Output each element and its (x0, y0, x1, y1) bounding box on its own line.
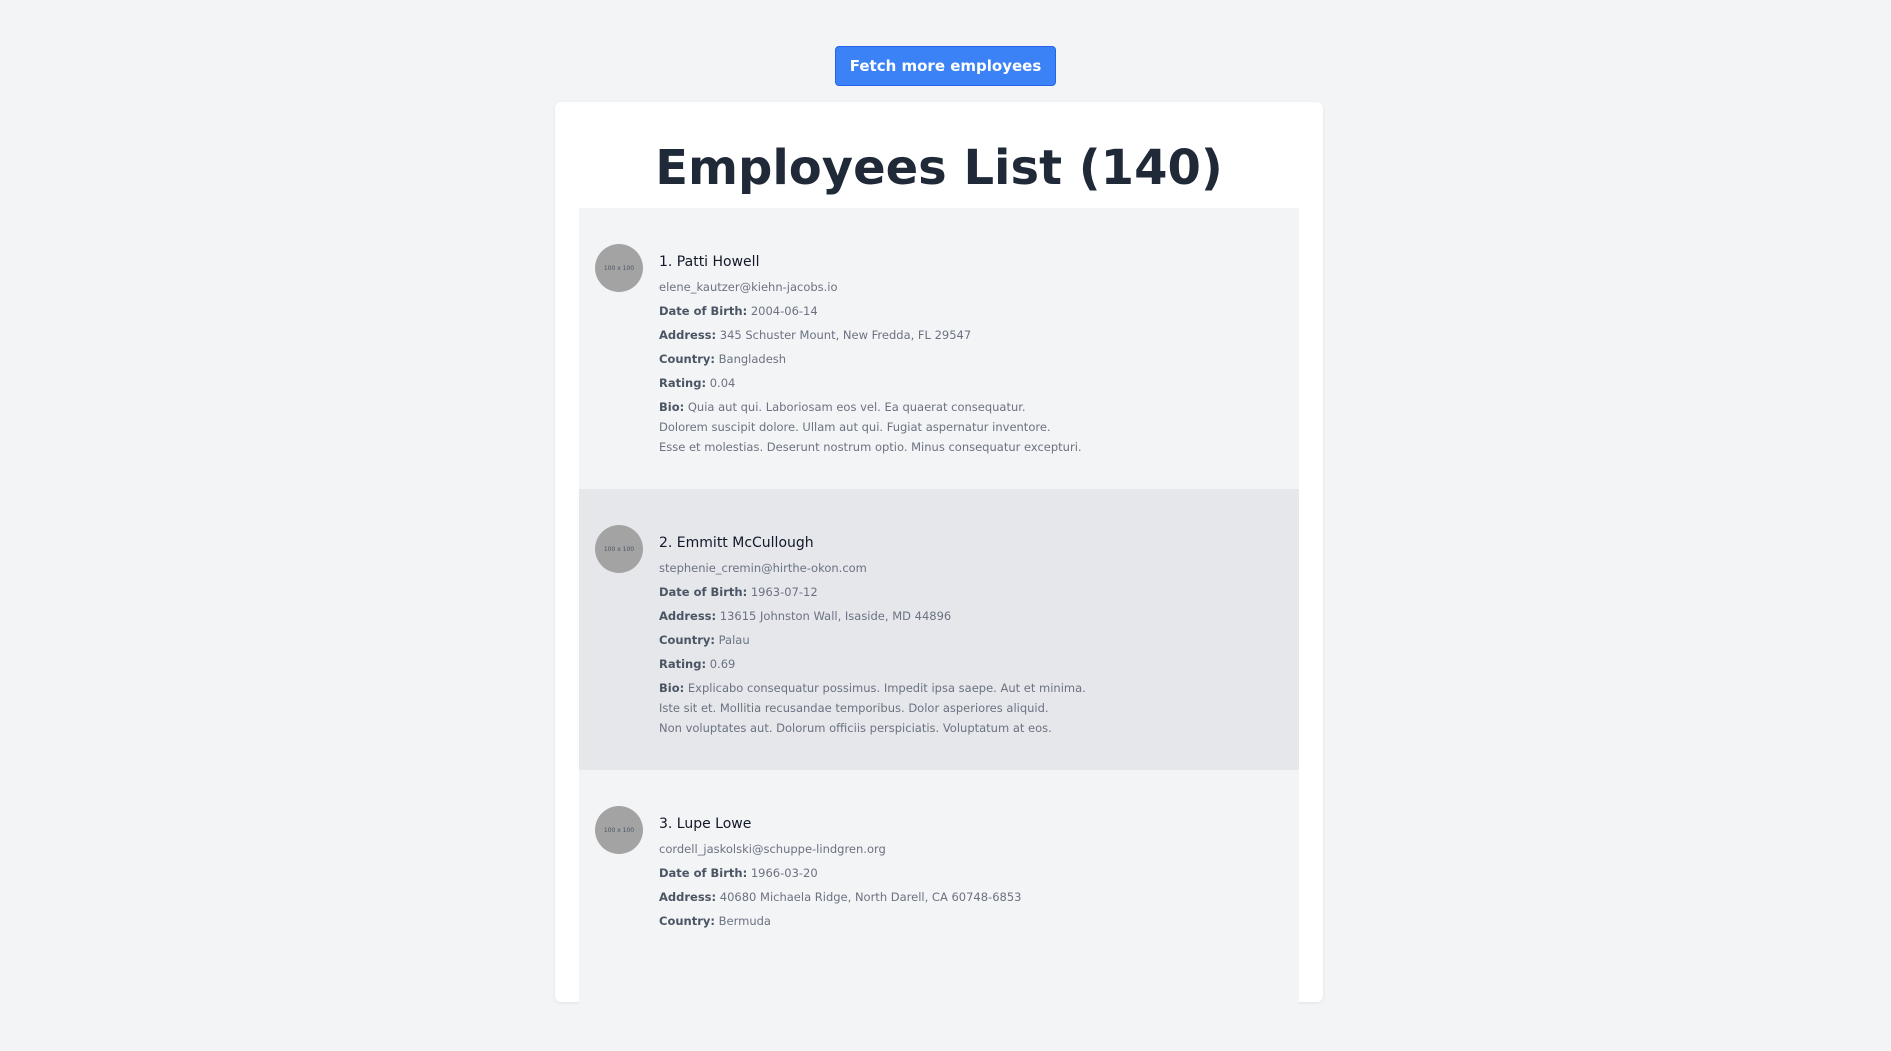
rating-value: 0.04 (709, 376, 736, 390)
employee-email: elene_kautzer@kiehn-jacobs.io (659, 280, 838, 294)
address-label: Address: (659, 328, 717, 342)
employee-item: 100 x 100 3. Lupe Lowe cordell_jaskolski… (579, 770, 1299, 1051)
dob-label: Date of Birth: (659, 585, 748, 599)
employee-country: Country: Palau (659, 632, 1086, 648)
address-label: Address: (659, 890, 717, 904)
country-label: Country: (659, 352, 715, 366)
fetch-more-employees-button[interactable]: Fetch more employees (834, 46, 1057, 86)
employee-dob: Date of Birth: 1966-03-20 (659, 865, 1021, 881)
rating-label: Rating: (659, 376, 707, 390)
employees-list: 100 x 100 1. Patti Howell elene_kautzer@… (579, 208, 1299, 1051)
employee-item: 100 x 100 2. Emmitt McCullough stephenie… (579, 489, 1299, 770)
country-value: Palau (718, 633, 750, 647)
employee-dob: Date of Birth: 2004-06-14 (659, 303, 1082, 319)
avatar-placeholder-text: 100 x 100 (603, 545, 635, 553)
bio-line: Dolorem suscipit dolore. Ullam aut qui. … (659, 420, 1051, 434)
employee-item: 100 x 100 1. Patti Howell elene_kautzer@… (579, 208, 1299, 489)
page-title: Employees List (140) (655, 140, 1223, 196)
employee-email: stephenie_cremin@hirthe-okon.com (659, 561, 867, 575)
employee-name: 3. Lupe Lowe (659, 816, 752, 832)
bio-line: Esse et molestias. Deserunt nostrum opti… (659, 440, 1082, 454)
employee-address: Address: 345 Schuster Mount, New Fredda,… (659, 327, 1082, 343)
employee-bio: Bio: Quia aut qui. Laboriosam eos vel. E… (659, 397, 1082, 457)
employee-address: Address: 40680 Michaela Ridge, North Dar… (659, 889, 1021, 905)
bio-line: Explicabo consequatur possimus. Impedit … (687, 681, 1086, 695)
dob-value: 1966-03-20 (750, 866, 818, 880)
employee-email: cordell_jaskolski@schuppe-lindgren.org (659, 842, 886, 856)
employee-rating: Rating: 0.69 (659, 656, 1086, 672)
address-value: 13615 Johnston Wall, Isaside, MD 44896 (719, 609, 952, 623)
employee-info: 2. Emmitt McCullough stephenie_cremin@hi… (659, 527, 1086, 770)
dob-value: 2004-06-14 (750, 304, 818, 318)
employee-bio: Bio: Explicabo consequatur possimus. Imp… (659, 678, 1086, 738)
dob-label: Date of Birth: (659, 304, 748, 318)
employee-address: Address: 13615 Johnston Wall, Isaside, M… (659, 608, 1086, 624)
address-label: Address: (659, 609, 717, 623)
country-label: Country: (659, 914, 715, 928)
bio-line: Non voluptates aut. Dolorum officiis per… (659, 721, 1052, 735)
employee-name: 2. Emmitt McCullough (659, 535, 814, 551)
employee-country: Country: Bermuda (659, 913, 1021, 929)
employee-info: 1. Patti Howell elene_kautzer@kiehn-jaco… (659, 246, 1082, 489)
rating-label: Rating: (659, 657, 707, 671)
country-label: Country: (659, 633, 715, 647)
avatar: 100 x 100 (595, 244, 643, 292)
avatar: 100 x 100 (595, 806, 643, 854)
dob-label: Date of Birth: (659, 866, 748, 880)
employee-info: 3. Lupe Lowe cordell_jaskolski@schuppe-l… (659, 808, 1021, 1051)
bio-line: Iste sit et. Mollitia recusandae tempori… (659, 701, 1049, 715)
bio-line: Quia aut qui. Laboriosam eos vel. Ea qua… (687, 400, 1026, 414)
bio-label: Bio: (659, 400, 685, 414)
rating-value: 0.69 (709, 657, 736, 671)
employee-rating: Rating: 0.04 (659, 375, 1082, 391)
avatar: 100 x 100 (595, 525, 643, 573)
avatar-placeholder-text: 100 x 100 (603, 264, 635, 272)
fetch-button-container: Fetch more employees (0, 46, 1891, 86)
dob-value: 1963-07-12 (750, 585, 818, 599)
bio-label: Bio: (659, 681, 685, 695)
address-value: 40680 Michaela Ridge, North Darell, CA 6… (719, 890, 1022, 904)
country-value: Bangladesh (718, 352, 787, 366)
employee-dob: Date of Birth: 1963-07-12 (659, 584, 1086, 600)
employee-country: Country: Bangladesh (659, 351, 1082, 367)
address-value: 345 Schuster Mount, New Fredda, FL 29547 (719, 328, 972, 342)
country-value: Bermuda (718, 914, 771, 928)
avatar-placeholder-text: 100 x 100 (603, 826, 635, 834)
employee-name: 1. Patti Howell (659, 254, 760, 270)
employees-card: Employees List (140) 100 x 100 1. Patti … (555, 102, 1323, 1051)
